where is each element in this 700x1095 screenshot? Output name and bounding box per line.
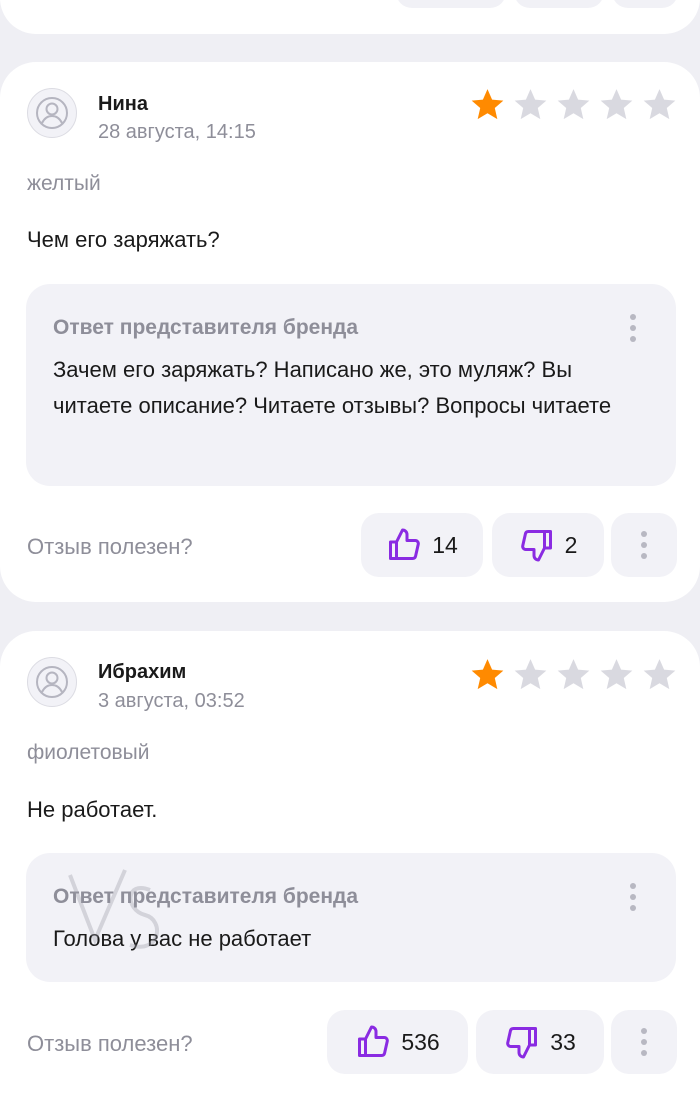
brand-reply-text: Зачем его заряжать? Написано же, это мул… bbox=[53, 357, 612, 418]
star-empty-icon bbox=[643, 659, 676, 690]
user-avatar-icon bbox=[27, 657, 77, 707]
thumbs-up-icon bbox=[358, 1025, 390, 1057]
product-variant: желтый bbox=[27, 172, 101, 195]
review-text: Чем его заряжать? bbox=[27, 227, 220, 252]
review-author: Нина bbox=[98, 93, 148, 115]
brand-reply: Ответ представителя бренда Голова у вас … bbox=[26, 853, 676, 982]
dislike-button[interactable]: 2 bbox=[492, 513, 604, 577]
reviews-feed: Нина 28 августа, 14:15 желтый Чем его за… bbox=[0, 0, 700, 1095]
like-count: 536 bbox=[401, 1028, 440, 1055]
star-empty-icon bbox=[600, 89, 633, 120]
brand-reply-title: Ответ представителя бренда bbox=[53, 316, 359, 339]
review-author: Ибрахим bbox=[98, 661, 187, 683]
thumbs-down-icon bbox=[506, 1027, 538, 1059]
previous-more-button[interactable] bbox=[612, 0, 678, 8]
like-button[interactable]: 14 bbox=[361, 513, 483, 577]
star-empty-icon bbox=[643, 89, 676, 120]
review-text: Не работает. bbox=[27, 797, 158, 822]
previous-like-button[interactable] bbox=[396, 0, 506, 8]
helpful-label: Отзыв полезен? bbox=[27, 1031, 193, 1056]
helpful-label: Отзыв полезен? bbox=[27, 534, 193, 559]
review-card: Ибрахим 3 августа, 03:52 фиолетовый Не р… bbox=[0, 631, 700, 1095]
thumbs-up-icon bbox=[389, 528, 421, 560]
star-empty-icon bbox=[514, 659, 547, 690]
star-empty-icon bbox=[557, 659, 590, 690]
brand-reply-text: Голова у вас не работает bbox=[53, 926, 312, 951]
review-date: 28 августа, 14:15 bbox=[98, 121, 256, 143]
star-empty-icon bbox=[600, 659, 633, 690]
like-button[interactable]: 536 bbox=[327, 1010, 468, 1074]
star-filled-icon bbox=[471, 89, 504, 120]
reply-more-icon[interactable] bbox=[630, 314, 638, 342]
star-empty-icon bbox=[514, 89, 547, 120]
more-options-button[interactable] bbox=[611, 513, 677, 577]
more-options-button[interactable] bbox=[611, 1010, 677, 1074]
rating-stars bbox=[468, 656, 679, 694]
star-filled-icon bbox=[471, 659, 504, 690]
reply-more-icon[interactable] bbox=[630, 883, 638, 911]
rating-stars bbox=[468, 86, 679, 124]
review-card: Нина 28 августа, 14:15 желтый Чем его за… bbox=[0, 62, 700, 602]
brand-reply-title: Ответ представителя бренда bbox=[53, 885, 359, 908]
product-variant: фиолетовый bbox=[27, 741, 150, 764]
review-date: 3 августа, 03:52 bbox=[98, 690, 245, 712]
thumbs-down-icon bbox=[520, 530, 552, 562]
star-empty-icon bbox=[557, 89, 590, 120]
like-count: 14 bbox=[432, 531, 458, 558]
dislike-button[interactable]: 33 bbox=[476, 1010, 604, 1074]
dislike-count: 33 bbox=[550, 1028, 576, 1055]
previous-review-card bbox=[0, 0, 700, 34]
brand-reply: Ответ представителя бренда Зачем его зар… bbox=[26, 284, 676, 486]
previous-dislike-button[interactable] bbox=[514, 0, 604, 8]
user-avatar-icon bbox=[27, 88, 77, 138]
dislike-count: 2 bbox=[564, 531, 578, 558]
